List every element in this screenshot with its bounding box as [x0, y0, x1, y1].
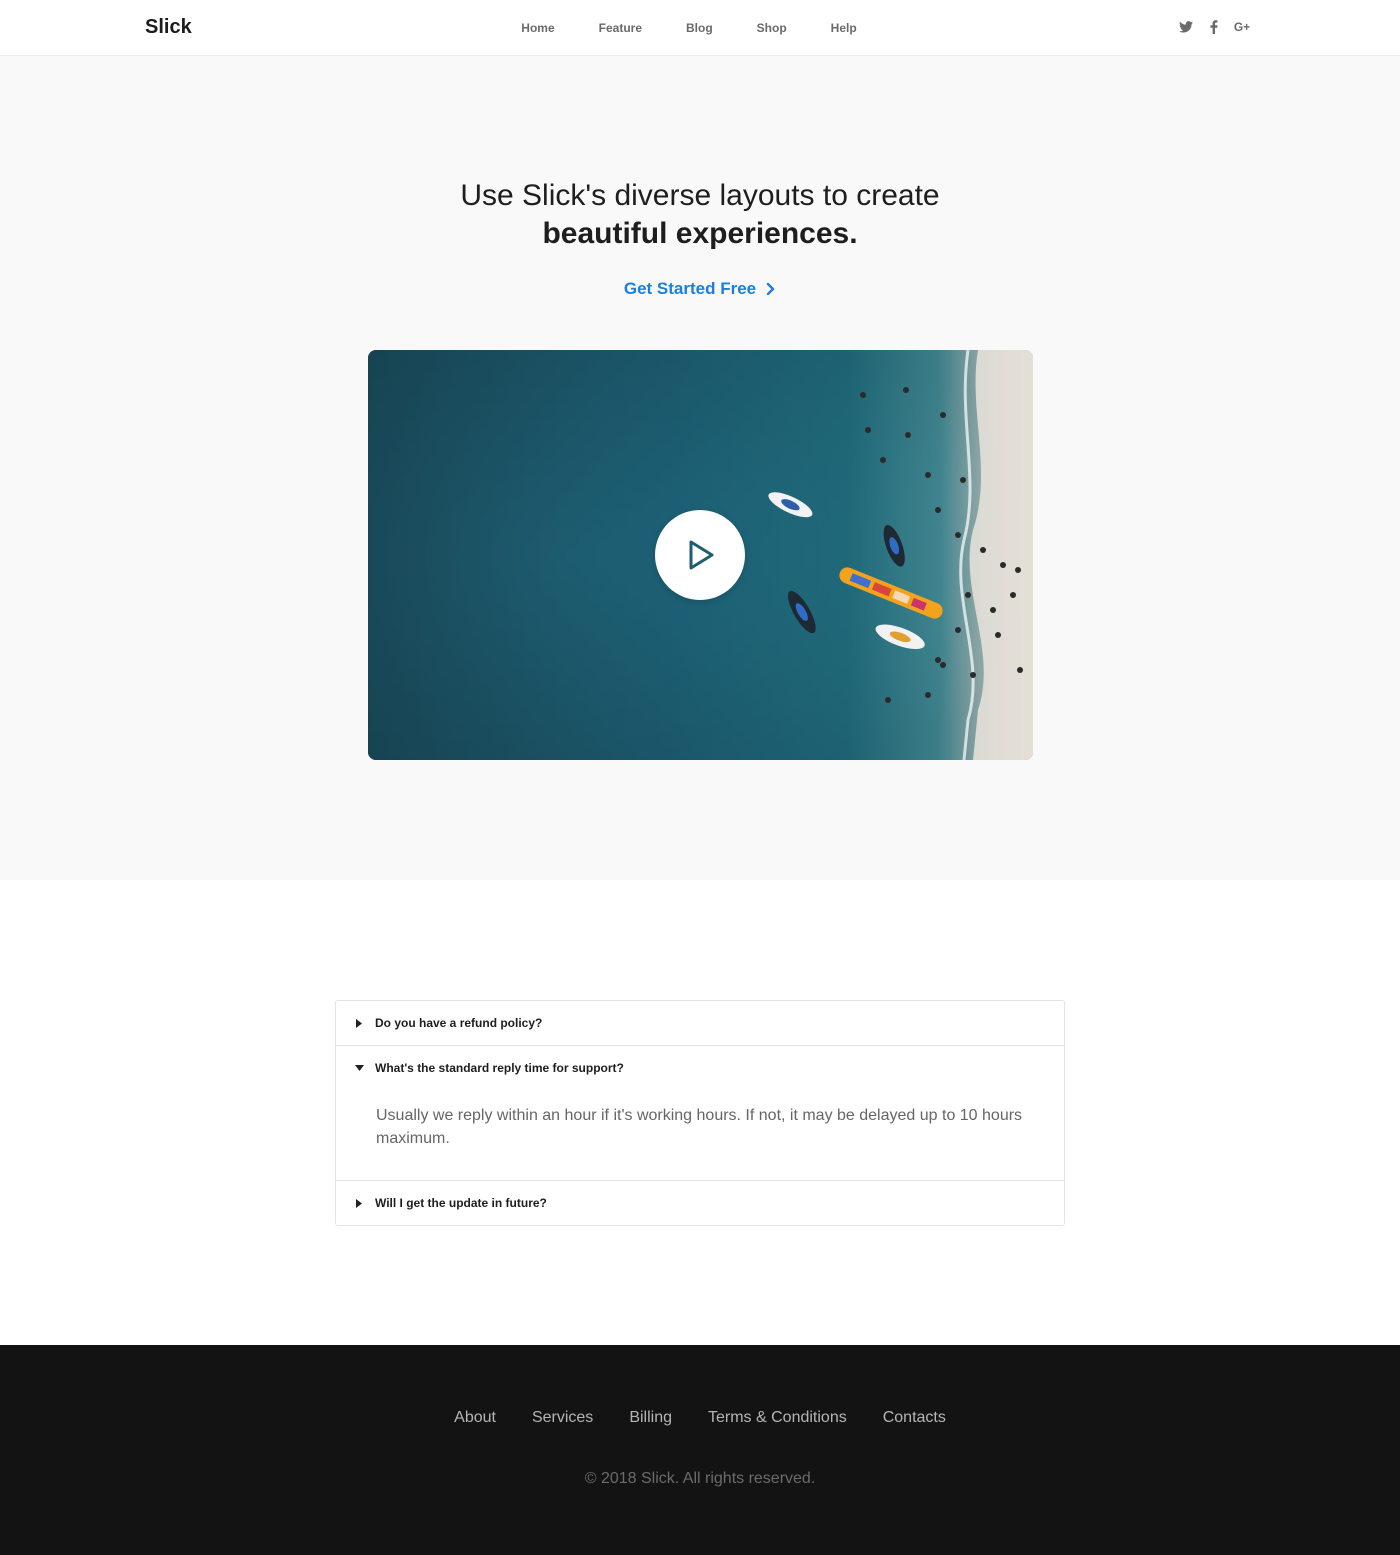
faq-item: Do you have a refund policy? [336, 1001, 1064, 1046]
get-started-label: Get Started Free [623, 279, 757, 298]
faq-question-refund[interactable]: Do you have a refund policy? [336, 1001, 1064, 1045]
faq-accordion: Do you have a refund policy? What's the … [335, 1000, 1065, 1226]
faq-item: What's the standard reply time for suppo… [336, 1046, 1064, 1181]
footer-link-terms[interactable]: Terms & Conditions [708, 1409, 847, 1427]
footer-link-billing[interactable]: Billing [629, 1409, 672, 1427]
faq-answer: Usually we reply within an hour if it's … [376, 1107, 1023, 1147]
hero-title: Use Slick's diverse layouts to create be… [0, 177, 1400, 253]
get-started-button[interactable]: Get Started Free [624, 279, 776, 299]
site-footer: About Services Billing Terms & Condition… [0, 1345, 1400, 1555]
faq-question-text: Do you have a refund policy? [375, 1016, 543, 1030]
nav-item-shop[interactable]: Shop [757, 21, 787, 35]
footer-nav: About Services Billing Terms & Condition… [0, 1409, 1400, 1427]
caret-down-icon [354, 1063, 364, 1073]
faq-question-reply-time[interactable]: What's the standard reply time for suppo… [336, 1046, 1064, 1090]
play-icon [689, 540, 714, 570]
footer-link-contacts[interactable]: Contacts [883, 1409, 946, 1427]
nav-item-help[interactable]: Help [831, 21, 857, 35]
faq-question-update[interactable]: Will I get the update in future? [336, 1181, 1064, 1225]
footer-link-about[interactable]: About [454, 1409, 496, 1427]
top-navbar: Slick Home Feature Blog Shop Help G+ [0, 0, 1400, 56]
caret-right-icon [354, 1198, 364, 1208]
nav-item-feature[interactable]: Feature [599, 21, 642, 35]
brand-logo[interactable]: Slick [145, 16, 192, 39]
facebook-icon[interactable] [1206, 18, 1222, 36]
faq-item: Will I get the update in future? [336, 1181, 1064, 1225]
twitter-icon[interactable] [1178, 18, 1194, 36]
caret-right-icon [354, 1018, 364, 1028]
copyright-text: © 2018 Slick. All rights reserved. [584, 1470, 816, 1487]
nav-item-home[interactable]: Home [521, 21, 554, 35]
nav-item-blog[interactable]: Blog [686, 21, 713, 35]
video-player[interactable] [368, 350, 1033, 760]
hero-title-line1: Use Slick's diverse layouts to create [460, 179, 940, 212]
footer-link-services[interactable]: Services [532, 1409, 593, 1427]
cta-wrapper: Get Started Free [0, 279, 1400, 299]
faq-question-text: What's the standard reply time for suppo… [375, 1061, 624, 1075]
chevron-right-icon [766, 283, 775, 295]
hero-title-line2: beautiful experiences. [542, 217, 858, 250]
social-links: G+ [1178, 18, 1250, 36]
hero-section: Use Slick's diverse layouts to create be… [0, 57, 1400, 880]
google-plus-icon[interactable]: G+ [1234, 18, 1250, 36]
faq-question-text: Will I get the update in future? [375, 1196, 547, 1210]
play-button[interactable] [655, 510, 745, 600]
